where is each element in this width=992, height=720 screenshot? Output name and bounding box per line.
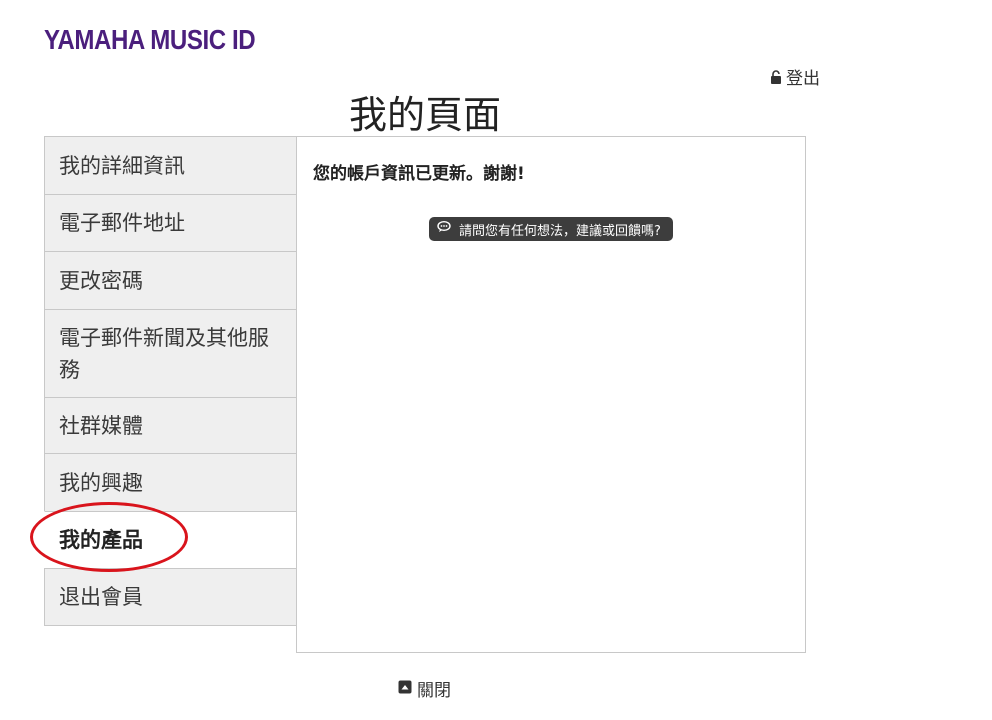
sidebar-item-label: 我的興趣 — [59, 470, 143, 495]
sidebar-item-email-news-services[interactable]: 電子郵件新聞及其他服務 — [44, 309, 297, 397]
main-content-panel: 您的帳戶資訊已更新。謝謝! 請問您有任何想法，建議或回饋嗎? — [296, 136, 806, 653]
close-link[interactable]: 關閉 — [398, 676, 451, 701]
yamaha-music-id-logo[interactable]: YAMAHA MUSIC ID — [44, 24, 256, 56]
sidebar-item-label: 電子郵件地址 — [59, 211, 185, 235]
sidebar-item-label: 退出會員 — [59, 585, 143, 609]
sidebar-item-change-password[interactable]: 更改密碼 — [44, 251, 297, 309]
close-label: 關閉 — [417, 681, 451, 701]
sidebar-item-my-products[interactable]: 我的產品 — [44, 511, 297, 568]
sidebar-item-email-address[interactable]: 電子郵件地址 — [44, 194, 297, 251]
sidebar-item-label: 我的產品 — [59, 528, 143, 552]
page-title: 我的頁面 — [348, 93, 501, 137]
feedback-label: 請問您有任何想法，建議或回饋嗎? — [459, 223, 661, 239]
sidebar-item-withdraw-membership[interactable]: 退出會員 — [44, 568, 297, 626]
speech-bubble-icon — [437, 220, 451, 237]
caret-up-box-icon — [398, 679, 412, 699]
sidebar-item-label: 更改密碼 — [59, 268, 143, 293]
sidebar-nav: 我的詳細資訊 電子郵件地址 更改密碼 電子郵件新聞及其他服務 社群媒體 我的興趣… — [44, 136, 297, 626]
sidebar-item-my-interests[interactable]: 我的興趣 — [44, 453, 297, 511]
sidebar-item-my-details[interactable]: 我的詳細資訊 — [44, 136, 297, 194]
sidebar-item-social-media[interactable]: 社群媒體 — [44, 397, 297, 453]
sidebar-item-label: 我的詳細資訊 — [59, 153, 185, 178]
account-updated-message: 您的帳戶資訊已更新。謝謝! — [313, 164, 525, 184]
sidebar-item-label: 社群媒體 — [59, 413, 143, 438]
sidebar-item-label: 電子郵件新聞及其他服務 — [59, 325, 269, 382]
page: YAMAHA MUSIC ID 登出 我的頁面 我的詳細資訊 電子郵件地址 更改… — [0, 0, 992, 720]
feedback-button[interactable]: 請問您有任何想法，建議或回饋嗎? — [429, 217, 673, 241]
unlock-icon — [770, 69, 782, 84]
